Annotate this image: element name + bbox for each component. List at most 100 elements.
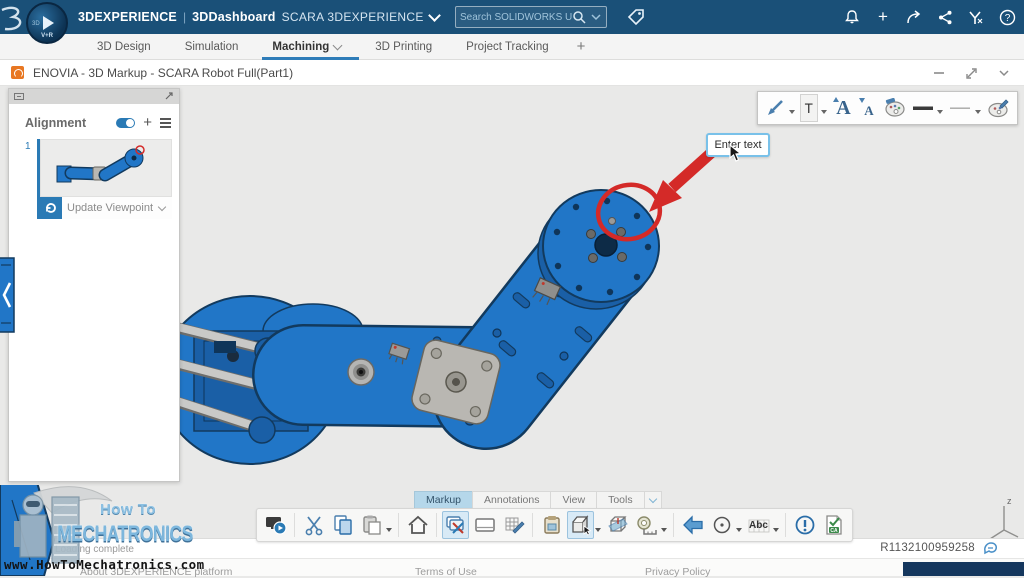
- alignment-toggle[interactable]: [116, 118, 135, 128]
- svg-text:?: ?: [1004, 13, 1010, 24]
- markup-sketch-icon[interactable]: [442, 511, 469, 539]
- measure-dropdown-icon[interactable]: [661, 528, 667, 532]
- svg-text:CA: CA: [830, 528, 838, 534]
- tab-tools[interactable]: Tools: [596, 491, 644, 509]
- paste-icon[interactable]: [358, 511, 385, 539]
- screen-capture-icon[interactable]: [262, 511, 289, 539]
- center-circle-dropdown-icon[interactable]: [736, 528, 742, 532]
- text-tool-dropdown-icon[interactable]: [821, 110, 827, 114]
- footer-terms-link[interactable]: Terms of Use: [415, 566, 477, 578]
- alignment-title: Alignment: [25, 116, 108, 130]
- axis-z-label: z: [1007, 496, 1012, 506]
- share-arrow-icon[interactable]: [905, 8, 923, 26]
- bottom-right-dark-panel: [903, 562, 1024, 576]
- tab-strip-chevron-icon[interactable]: [644, 491, 662, 509]
- thick-line-icon[interactable]: [911, 94, 934, 122]
- 3dexperience-compass-logo[interactable]: 3D V+R: [26, 2, 68, 44]
- alignment-menu-icon[interactable]: [160, 118, 171, 128]
- viewpoint-thumbnail[interactable]: [40, 139, 172, 197]
- refresh-icon: [40, 197, 62, 219]
- tab-view[interactable]: View: [550, 491, 596, 509]
- view-3d-dropdown-icon[interactable]: [595, 528, 601, 532]
- warning-icon[interactable]: [791, 511, 818, 539]
- copy-icon[interactable]: [329, 511, 356, 539]
- markup-edit-icon[interactable]: [983, 541, 998, 555]
- search-input[interactable]: [460, 12, 572, 23]
- add-tab-button[interactable]: +: [577, 38, 586, 55]
- update-viewpoint-button[interactable]: Update Viewpoint: [40, 197, 172, 219]
- help-icon[interactable]: ?: [998, 8, 1016, 26]
- measure-icon[interactable]: [633, 511, 660, 539]
- active-tab-underline: [262, 57, 359, 60]
- search-scope-chevron-icon[interactable]: [590, 13, 602, 21]
- grid-edit-icon[interactable]: [500, 511, 527, 539]
- notification-bell-icon[interactable]: [843, 8, 861, 26]
- action-bar: Abc CA: [256, 508, 853, 542]
- clipboard-box-icon[interactable]: [538, 511, 565, 539]
- section-cube-icon[interactable]: [604, 511, 631, 539]
- panel-collapse-handle[interactable]: [0, 255, 16, 335]
- bottom-tab-strip: Markup Annotations View Tools: [414, 491, 662, 509]
- center-circle-icon[interactable]: [708, 511, 735, 539]
- tab-3d-design[interactable]: 3D Design: [97, 41, 151, 53]
- tab-chevron-icon[interactable]: [333, 40, 343, 50]
- tab-simulation[interactable]: Simulation: [185, 41, 239, 53]
- arrow-tool-icon[interactable]: [764, 94, 786, 122]
- brand-3dexperience[interactable]: 3DEXPERIENCE: [78, 10, 177, 24]
- tab-project-tracking[interactable]: Project Tracking: [466, 41, 548, 53]
- collapse-chevron-icon[interactable]: [998, 69, 1010, 77]
- spellcheck-abc-icon[interactable]: Abc: [745, 511, 772, 539]
- thick-line-dropdown-icon[interactable]: [937, 110, 943, 114]
- workspace-name[interactable]: SCARA 3DEXPERIENCE: [282, 10, 424, 24]
- back-arrow-icon[interactable]: [679, 511, 706, 539]
- certify-document-icon[interactable]: CA: [820, 511, 847, 539]
- tab-markup[interactable]: Markup: [414, 491, 472, 509]
- tag-icon[interactable]: [626, 7, 646, 27]
- font-decrease-icon[interactable]: A: [858, 94, 880, 122]
- dassault-logo-icon: [0, 4, 26, 32]
- line-color-palette-icon[interactable]: [986, 94, 1011, 122]
- brand-separator: |: [183, 10, 186, 24]
- app-window-titlebar: ENOVIA - 3D Markup - SCARA Robot Full(Pa…: [0, 60, 1024, 86]
- workspace-chevron-icon[interactable]: [428, 9, 441, 22]
- viewpoint-thumbnail-image: [41, 140, 171, 196]
- search-icon[interactable]: [572, 10, 586, 24]
- thin-line-dropdown-icon[interactable]: [975, 110, 981, 114]
- text-tool-icon[interactable]: T: [800, 94, 818, 122]
- minimize-icon[interactable]: [933, 67, 945, 79]
- abc-dropdown-icon[interactable]: [773, 528, 779, 532]
- panel-window-icon: [14, 93, 24, 100]
- tab-annotations[interactable]: Annotations: [472, 491, 550, 509]
- red-arrow-annotation[interactable]: [649, 153, 711, 212]
- tab-3d-printing[interactable]: 3D Printing: [375, 41, 432, 53]
- arrow-tool-dropdown-icon[interactable]: [789, 110, 795, 114]
- brand-3ddashboard[interactable]: 3DDashboard: [192, 10, 275, 24]
- user-advocacy-icon[interactable]: [967, 8, 985, 26]
- font-increase-icon[interactable]: A: [832, 94, 855, 122]
- markup-style-toolbar: T A A: [757, 91, 1018, 125]
- footer-privacy-link[interactable]: Privacy Policy: [645, 566, 710, 578]
- add-plus-icon[interactable]: +: [874, 8, 892, 26]
- expand-icon[interactable]: [965, 67, 978, 80]
- cut-scissors-icon[interactable]: [300, 511, 327, 539]
- watermark-mechatronics-text: MECHATRONICS: [54, 521, 196, 547]
- mouse-cursor-icon: [729, 144, 743, 162]
- home-icon[interactable]: [404, 511, 431, 539]
- play-icon: [43, 16, 54, 30]
- fill-color-palette-icon[interactable]: [883, 94, 908, 122]
- panel-header[interactable]: [9, 89, 179, 104]
- thin-line-icon[interactable]: [948, 94, 971, 122]
- alignment-panel: Alignment + 1 Update Viewpoint: [8, 88, 180, 482]
- paste-dropdown-icon[interactable]: [386, 528, 392, 532]
- panel-view-icon[interactable]: [471, 511, 498, 539]
- alignment-add-button[interactable]: +: [143, 118, 152, 128]
- tab-machining[interactable]: Machining: [272, 41, 341, 53]
- share-nodes-icon[interactable]: [936, 8, 954, 26]
- update-viewpoint-chevron-icon[interactable]: [158, 203, 166, 211]
- panel-expand-icon[interactable]: [164, 91, 174, 101]
- search-box[interactable]: [455, 6, 607, 28]
- update-viewpoint-label: Update Viewpoint: [62, 202, 159, 214]
- view-3d-box-icon[interactable]: [567, 511, 594, 539]
- dashboard-tab-row: 3D Design Simulation Machining 3D Printi…: [0, 34, 1024, 60]
- revision-row: R1132100959258: [880, 541, 998, 555]
